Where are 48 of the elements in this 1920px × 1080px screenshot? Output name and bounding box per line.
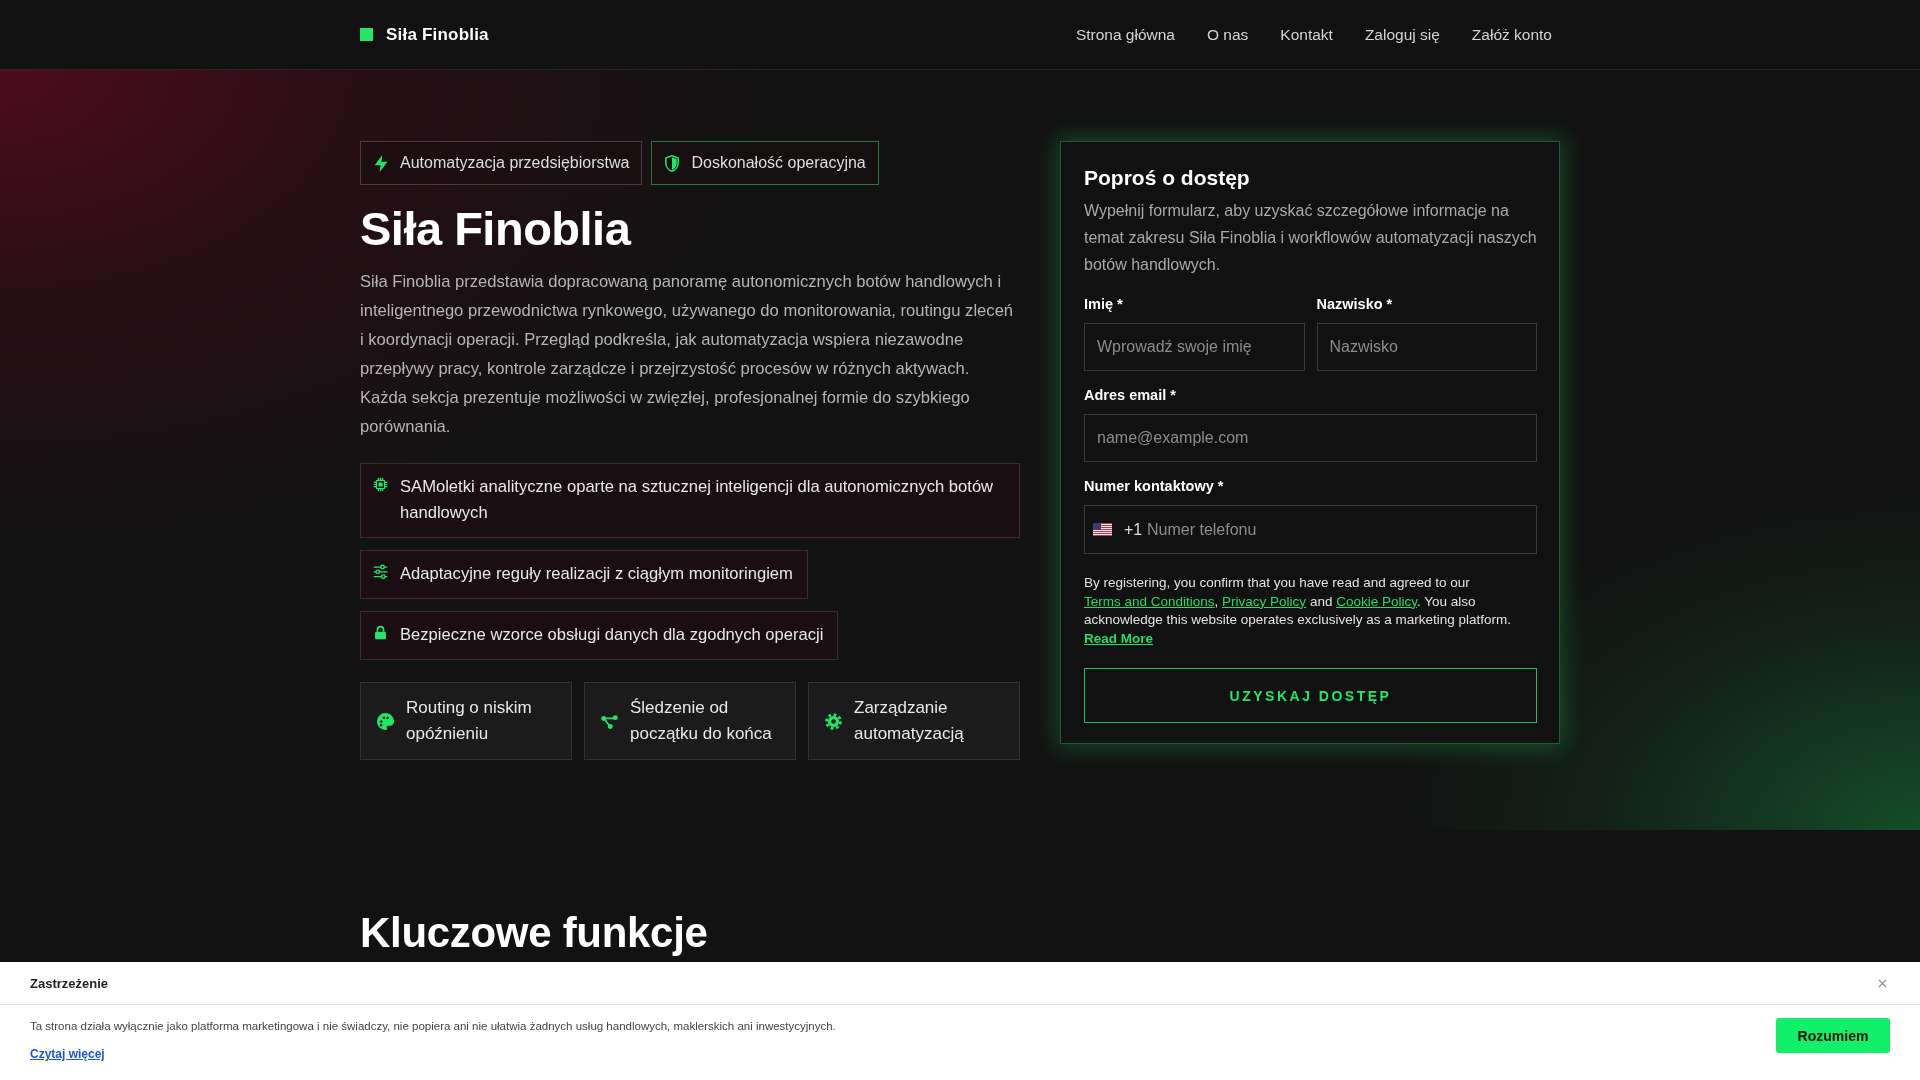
nav-link[interactable]: Strona główna — [1075, 25, 1175, 44]
section-title: Kluczowe funkcje — [360, 908, 708, 958]
flag-icon — [1093, 523, 1112, 537]
field-label: Imię * — [1084, 296, 1123, 314]
nav-link[interactable]: Kontakt — [1280, 25, 1333, 44]
inline-link[interactable]: Cookie Policy — [1336, 593, 1417, 609]
connected-nodes-icon — [601, 712, 618, 730]
form-description: Wypełnij formularz, aby uzyskać szczegółowe informacje na temat zakresu Siła Finoblia i workflowów automatyzacji naszych botów handlowych. — [1084, 201, 1537, 276]
badge-label: Doskonałość operacyjna — [691, 154, 866, 172]
hero-title: Siła Finoblia — [360, 201, 631, 257]
inline-link[interactable]: Terms and Conditions — [1084, 593, 1215, 609]
close-icon — [1878, 978, 1887, 988]
disclaimer-text: Ta strona działa wyłącznie jako platforma marketingowa i nie świadczy, nie popiera ani nie ułatwia żadnych usług handlowych, maklerskich ani inwestycyjnych. — [30, 1019, 836, 1034]
nav-link[interactable]: Załóż konto — [1471, 25, 1552, 44]
input-field[interactable]: Nazwisko — [1316, 323, 1537, 372]
badge-label: Automatyzacja przedsiębiorstwa — [400, 154, 630, 172]
lightning-icon — [374, 154, 388, 172]
inline-link[interactable]: Read More — [1084, 630, 1154, 646]
inline-link[interactable]: Privacy Policy — [1222, 593, 1307, 609]
nav-link[interactable]: Zaloguj się — [1364, 25, 1440, 44]
palette-icon — [377, 712, 394, 730]
gear-icon — [825, 712, 842, 730]
submit-button[interactable]: UZYSKAJ DOSTĘP — [1084, 668, 1537, 724]
accept-button[interactable]: Rozumiem — [1776, 1018, 1890, 1053]
sliders-icon — [373, 564, 388, 580]
card-label: Śledzenie od początku do końca — [630, 697, 773, 746]
dial-code: +1 — [1124, 520, 1143, 540]
field-label: Nazwisko * — [1316, 296, 1393, 314]
site-name[interactable]: Siła Finoblia — [386, 24, 489, 45]
input-field[interactable]: name@example.com — [1084, 414, 1537, 463]
chip-icon — [373, 477, 388, 493]
highlight-text: Bezpieczne wzorce obsługi danych dla zgodnych operacji — [400, 624, 824, 647]
card-label: Routing o niskim opóźnieniu — [406, 697, 533, 746]
shield-icon — [665, 154, 680, 172]
disclaimer-details-link[interactable]: Czytaj więcej — [30, 1047, 105, 1061]
nav-link[interactable]: O nas — [1206, 25, 1249, 44]
consent-text: By registering, you confirm that you have read and agreed to our Terms and Conditions, Privacy Policy and Cookie Policy. You also acknowledge this website operates exclusively as a marketing platform. Read More — [1084, 574, 1512, 648]
field-label: Numer kontaktowy * — [1084, 478, 1224, 496]
field-label: Adres email * — [1084, 387, 1176, 405]
lock-icon — [373, 625, 388, 641]
highlight-text: SAMoletki analityczne oparte na sztucznej inteligencji dla autonomicznych botów handlowych — [400, 476, 995, 525]
highlight-text: Adaptacyjne reguły realizacji z ciągłym monitoringiem — [400, 563, 793, 586]
form-title: Poproś o dostęp — [1084, 165, 1250, 191]
input-field[interactable]: Wprowadź swoje imię — [1084, 323, 1305, 372]
logo-square-icon — [360, 28, 373, 41]
hero-description: Siła Finoblia przedstawia dopracowaną panoramę autonomicznych botów handlowych i inteligentnego przewodnictwa rynkowego, używanego do monitorowania, routingu zleceń i koordynacji operacji. Przegląd podkreśla, jak automatyzacja wspiera niezawodne przepływy pracy, kontrole zarządcze i przejrzystość procesów w różnych aktywach. Każda sekcja prezentuje możliwości w zwięzłej, profesjonalnej formie do szybkiego porównania. — [360, 271, 1015, 439]
card-label: Zarządzanie automatyzacją — [854, 697, 965, 746]
disclaimer-title: Zastrzeżenie — [30, 975, 109, 991]
